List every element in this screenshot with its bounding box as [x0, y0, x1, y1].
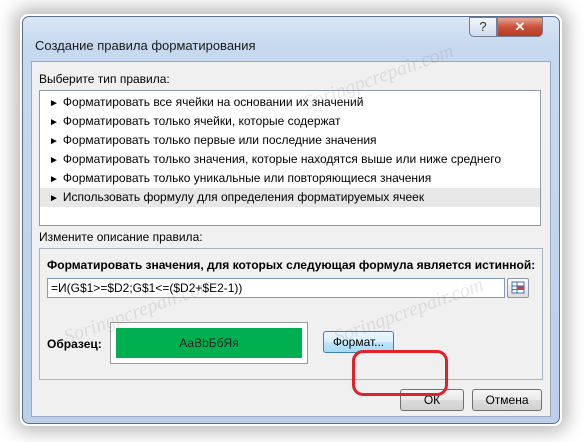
cancel-button[interactable]: Отмена — [472, 389, 542, 411]
rule-type-item[interactable]: ► Форматировать только значения, которые … — [40, 150, 540, 169]
close-button[interactable]: ✕ — [497, 17, 543, 37]
dialog-window: ? ✕ Создание правила форматирования Выбе… — [22, 16, 560, 424]
rule-description-group: Форматировать значения, для которых след… — [39, 248, 543, 380]
format-preview-sample: АаВbБбЯя — [116, 328, 302, 358]
arrow-right-icon: ► — [49, 98, 59, 109]
formula-input[interactable]: =И(G$1>=$D2;G$1<=($D2+$E2-1)) — [47, 278, 505, 298]
help-button[interactable]: ? — [469, 17, 497, 37]
rule-type-item-label: Форматировать все ячейки на основании их… — [62, 95, 364, 109]
rule-type-item-selected[interactable]: ► Использовать формулу для определения фо… — [40, 188, 540, 207]
arrow-right-icon: ► — [49, 155, 59, 166]
range-select-button[interactable] — [507, 278, 529, 298]
close-icon: ✕ — [514, 19, 526, 34]
rule-type-item-label: Форматировать только уникальные или повт… — [62, 171, 432, 185]
arrow-right-icon: ► — [49, 117, 59, 128]
formula-heading: Форматировать значения, для которых след… — [47, 258, 536, 272]
help-icon: ? — [479, 19, 487, 34]
rule-type-item[interactable]: ► Форматировать только ячейки, которые со… — [40, 112, 540, 131]
rule-type-item[interactable]: ► Форматировать все ячейки на основании и… — [40, 93, 540, 112]
rule-type-item[interactable]: ► Форматировать только уникальные или пов… — [40, 169, 540, 188]
description-label: Измените описание правила: — [39, 230, 203, 244]
rule-type-item[interactable]: ► Форматировать только первые или последн… — [40, 131, 540, 150]
rule-type-label: Выберите тип правила: — [39, 72, 170, 86]
rule-type-list[interactable]: ► Форматировать все ячейки на основании и… — [39, 90, 541, 226]
dialog-body: Выберите тип правила: ► Форматировать все… — [31, 61, 551, 417]
format-preview: АаВbБбЯя — [110, 322, 308, 364]
rule-type-item-label: Форматировать только ячейки, которые сод… — [62, 114, 341, 128]
arrow-right-icon: ► — [49, 136, 59, 147]
preview-label: Образец: — [47, 337, 102, 351]
dialog-title: Создание правила форматирования — [35, 38, 256, 53]
rule-type-item-label: Использовать формулу для определения фор… — [62, 190, 425, 204]
range-select-icon — [511, 281, 525, 294]
arrow-right-icon: ► — [49, 193, 59, 204]
rule-type-item-label: Форматировать только значения, которые н… — [62, 152, 502, 166]
ok-highlight-ring — [352, 350, 448, 396]
rule-type-item-label: Форматировать только первые или последни… — [62, 133, 377, 147]
arrow-right-icon: ► — [49, 174, 59, 185]
